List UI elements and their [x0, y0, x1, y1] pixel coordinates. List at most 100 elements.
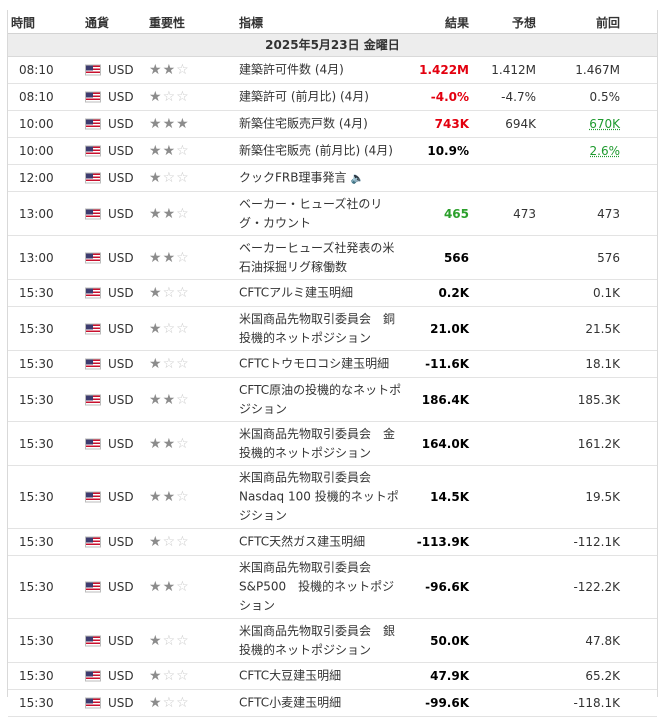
table-row[interactable]: 15:30 USD ★☆☆ CFTC天然ガス建玉明細 -113.9K -112.1K — [8, 529, 657, 556]
event-name[interactable]: 新築住宅販売戸数 (4月) — [239, 115, 368, 134]
importance-stars: ★★☆ — [149, 62, 190, 78]
event-name[interactable]: クックFRB理事発言 🔈 — [239, 169, 364, 188]
event-name[interactable]: 米国商品先物取引委員会 Nasdaq 100 投機的ネットポジション — [239, 469, 404, 526]
currency-code: USD — [108, 535, 134, 549]
star-empty-icon: ☆ — [176, 205, 190, 222]
event-name-text[interactable]: 新築住宅販売戸数 (4月) — [239, 117, 368, 131]
event-name[interactable]: 建築許可件数 (4月) — [239, 61, 344, 80]
flag-canton — [86, 492, 93, 498]
table-row[interactable]: 15:30 USD ★☆☆ CFTC小麦建玉明細 -99.6K -118.1K — [8, 690, 657, 717]
event-name-text[interactable]: 米国商品先物取引委員会 銀投機的ネットポジション — [239, 624, 395, 657]
star-empty-icon: ☆ — [176, 668, 190, 684]
us-flag-icon — [85, 581, 101, 593]
table-row[interactable]: 12:00 USD ★☆☆ クックFRB理事発言 🔈 — [8, 165, 657, 192]
event-name[interactable]: 米国商品先物取引委員会 銅投機的ネットポジション — [239, 310, 404, 348]
event-name-text[interactable]: ベーカー・ヒューズ社のリグ・カウント — [239, 197, 382, 230]
event-name-text[interactable]: CFTCトウモロコシ建玉明細 — [239, 357, 389, 371]
event-name[interactable]: CFTCトウモロコシ建玉明細 — [239, 355, 389, 374]
star-filled-icon: ★ — [162, 143, 177, 159]
flag-canton — [86, 209, 93, 214]
event-name[interactable]: 米国商品先物取引委員会 金投機的ネットポジション — [239, 425, 404, 463]
us-flag-icon — [85, 697, 101, 709]
table-row[interactable]: 15:30 USD ★☆☆ 米国商品先物取引委員会 銀投機的ネットポジション 50.0K… — [8, 619, 657, 663]
importance-stars: ★★☆ — [149, 436, 190, 452]
previous-value: 185.3K — [577, 392, 620, 407]
flag-canton — [86, 65, 93, 71]
event-time: 15:30 — [19, 321, 54, 336]
table-row[interactable]: 08:10 USD ★★☆ 建築許可件数 (4月) 1.422M 1.412M 1.467M — [8, 57, 657, 84]
table-row[interactable]: 10:00 USD ★★☆ 新築住宅販売 (前月比) (4月) 10.9% 2.6% — [8, 138, 657, 165]
event-name-text[interactable]: 建築許可件数 (4月) — [239, 63, 344, 77]
actual-value: -4.0% — [430, 90, 469, 104]
event-name-text[interactable]: CFTC原油の投機的なネットポジション — [239, 383, 401, 416]
flag-canton — [86, 324, 93, 329]
star-empty-icon: ☆ — [176, 695, 190, 711]
table-row[interactable]: 15:30 USD ★★☆ 米国商品先物取引委員会 S&P500 投機的ネットポジショ… — [8, 556, 657, 619]
event-name-text[interactable]: 米国商品先物取引委員会 銅投機的ネットポジション — [239, 312, 395, 345]
flag-canton — [86, 146, 93, 152]
currency-code: USD — [108, 669, 134, 683]
event-name[interactable]: CFTC天然ガス建玉明細 — [239, 533, 365, 552]
event-name[interactable]: 新築住宅販売 (前月比) (4月) — [239, 142, 393, 161]
actual-value: 10.9% — [427, 144, 469, 158]
actual-value: 14.5K — [430, 490, 469, 504]
flag-canton — [86, 253, 93, 258]
flag-canton — [86, 119, 93, 125]
star-filled-icon: ★ — [149, 285, 163, 301]
table-row[interactable]: 15:30 USD ★★☆ 米国商品先物取引委員会 Nasdaq 100 投機的ネット… — [8, 466, 657, 529]
table-row[interactable]: 15:30 USD ★★☆ CFTC原油の投機的なネットポジション 186.4K 185.… — [8, 378, 657, 422]
header-importance: 重要性 — [149, 16, 186, 30]
event-name[interactable]: CFTC小麦建玉明細 — [239, 694, 341, 713]
previous-value: 1.467M — [575, 63, 620, 77]
star-filled-icon: ★ — [149, 391, 163, 408]
event-time: 15:30 — [19, 580, 54, 594]
event-name-text[interactable]: 新築住宅販売 (前月比) (4月) — [239, 144, 393, 158]
event-time: 15:30 — [19, 535, 54, 549]
event-name-text[interactable]: 米国商品先物取引委員会 金投機的ネットポジション — [239, 427, 395, 460]
event-name[interactable]: ベーカーヒューズ社発表の米石油採掘リグ稼働数 — [239, 239, 404, 277]
table-row[interactable]: 08:10 USD ★☆☆ 建築許可 (前月比) (4月) -4.0% -4.7% 0.5% — [8, 84, 657, 111]
table-row[interactable]: 15:30 USD ★☆☆ CFTCアルミ建玉明細 0.2K 0.1K — [8, 280, 657, 307]
event-name-text[interactable]: CFTC天然ガス建玉明細 — [239, 535, 365, 549]
currency-code: USD — [108, 580, 134, 594]
flag-canton — [86, 359, 93, 365]
previous-value: 18.1K — [585, 357, 620, 371]
previous-value: 576 — [597, 250, 620, 265]
event-name[interactable]: 米国商品先物取引委員会 銀投機的ネットポジション — [239, 622, 404, 660]
event-name-text[interactable]: CFTC小麦建玉明細 — [239, 696, 341, 710]
flag-canton — [86, 582, 93, 588]
event-name-text[interactable]: ベーカーヒューズ社発表の米石油採掘リグ稼働数 — [239, 241, 394, 274]
table-row[interactable]: 15:30 USD ★☆☆ 米国商品先物取引委員会 銅投機的ネットポジション 21.0K… — [8, 307, 657, 351]
table-row[interactable]: 13:00 USD ★★☆ ベーカー・ヒューズ社のリグ・カウント 465 473 473 — [8, 192, 657, 236]
event-name-text[interactable]: 建築許可 (前月比) (4月) — [239, 90, 369, 104]
event-name[interactable]: ベーカー・ヒューズ社のリグ・カウント — [239, 195, 404, 233]
previous-value: 161.2K — [577, 436, 620, 451]
us-flag-icon — [85, 358, 101, 370]
event-name-text[interactable]: 米国商品先物取引委員会 Nasdaq 100 投機的ネットポジション — [239, 471, 399, 523]
star-empty-icon: ☆ — [176, 320, 190, 337]
event-name[interactable]: CFTCアルミ建玉明細 — [239, 284, 353, 303]
event-name[interactable]: 米国商品先物取引委員会 S&P500 投機的ネットポジション — [239, 559, 404, 616]
importance-stars: ★☆☆ — [149, 356, 190, 372]
importance-stars: ★☆☆ — [149, 695, 190, 711]
table-row[interactable]: 15:30 USD ★☆☆ CFTCトウモロコシ建玉明細 -11.6K 18.1K — [8, 351, 657, 378]
event-time: 13:00 — [19, 206, 54, 221]
event-name-text[interactable]: CFTC大豆建玉明細 — [239, 669, 341, 683]
star-filled-icon: ★ — [149, 143, 163, 159]
table-row[interactable]: 13:00 USD ★★☆ ベーカーヒューズ社発表の米石油採掘リグ稼働数 566 576 — [8, 236, 657, 280]
event-name-text[interactable]: 米国商品先物取引委員会 S&P500 投機的ネットポジション — [239, 561, 394, 613]
event-name-text[interactable]: CFTCアルミ建玉明細 — [239, 286, 353, 300]
star-empty-icon: ☆ — [162, 632, 177, 649]
event-name[interactable]: 建築許可 (前月比) (4月) — [239, 88, 369, 107]
table-row[interactable]: 15:30 USD ★☆☆ CFTC大豆建玉明細 47.9K 65.2K — [8, 663, 657, 690]
us-flag-icon — [85, 491, 101, 503]
us-flag-icon — [85, 172, 101, 184]
event-name-text[interactable]: クックFRB理事発言 — [239, 171, 346, 185]
us-flag-icon — [85, 323, 101, 334]
table-row[interactable]: 15:30 USD ★★☆ 米国商品先物取引委員会 金投機的ネットポジション 164.0… — [8, 422, 657, 466]
event-name[interactable]: CFTC原油の投機的なネットポジション — [239, 381, 404, 419]
header-currency: 通貨 — [85, 16, 110, 30]
event-time: 15:30 — [19, 392, 54, 407]
table-row[interactable]: 10:00 USD ★★★ 新築住宅販売戸数 (4月) 743K 694K 670K — [8, 111, 657, 138]
event-name[interactable]: CFTC大豆建玉明細 — [239, 667, 341, 686]
